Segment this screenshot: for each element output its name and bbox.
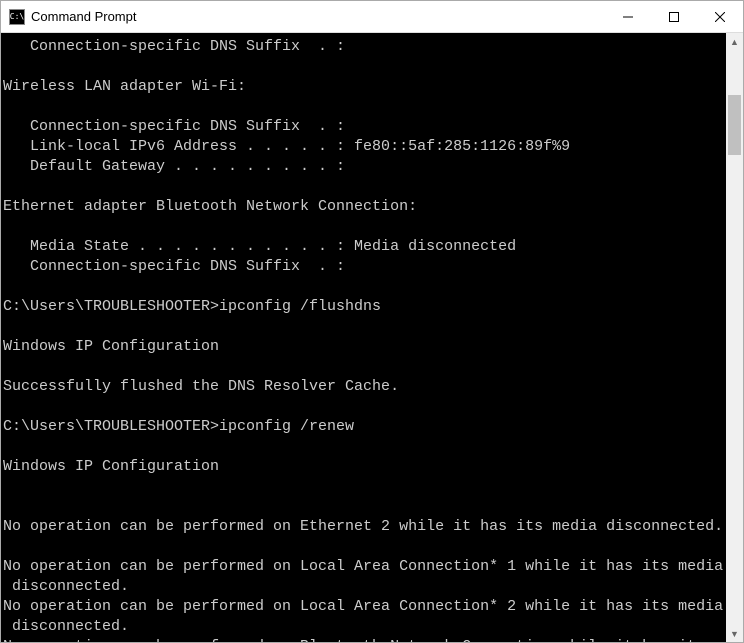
- scroll-thumb[interactable]: [728, 95, 741, 155]
- scrollbar[interactable]: ▲ ▼: [726, 33, 743, 642]
- close-button[interactable]: [697, 1, 743, 32]
- titlebar: C:\ Command Prompt: [1, 1, 743, 33]
- console-area: Connection-specific DNS Suffix . : Wirel…: [1, 33, 743, 642]
- window-title: Command Prompt: [31, 9, 605, 24]
- scroll-down-arrow[interactable]: ▼: [726, 625, 743, 642]
- maximize-button[interactable]: [651, 1, 697, 32]
- command-prompt-icon: C:\: [9, 9, 25, 25]
- minimize-button[interactable]: [605, 1, 651, 32]
- window-controls: [605, 1, 743, 32]
- console-output[interactable]: Connection-specific DNS Suffix . : Wirel…: [1, 33, 726, 642]
- scroll-up-arrow[interactable]: ▲: [726, 33, 743, 50]
